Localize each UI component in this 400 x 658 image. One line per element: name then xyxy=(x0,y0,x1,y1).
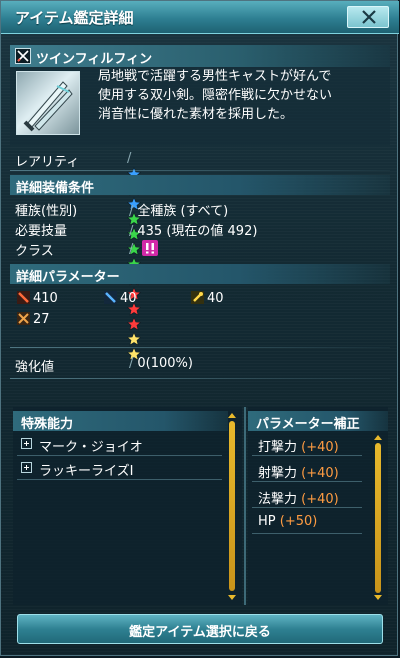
stat-technique: 40 xyxy=(191,291,224,306)
grind-row: 強化値 /0(100%) xyxy=(15,356,193,375)
rarity-label: レアリティ xyxy=(15,155,80,170)
scroll-up-arrow[interactable] xyxy=(228,413,236,418)
expand-icon xyxy=(21,438,32,449)
stat-value: 410 xyxy=(33,291,58,306)
grind-label: 強化値 xyxy=(15,360,55,375)
item-description: 局地戦で活躍する男性キャストが好んで 使用する双小剣。隠密作戦に欠かせない 消音… xyxy=(98,67,388,124)
stat-value: 27 xyxy=(33,312,50,327)
race-label: 種族(性別) xyxy=(15,204,78,219)
bonus-value: (+40) xyxy=(301,466,339,481)
twin-daggers-icon xyxy=(15,48,31,64)
bonus-header: パラメーター補正 xyxy=(248,411,388,432)
striking-icon xyxy=(17,291,30,304)
bonus-value: (+50) xyxy=(279,514,318,529)
stat-ranged: 40 xyxy=(104,291,137,306)
requirements-header-label: 詳細装備条件 xyxy=(16,181,95,196)
parameters-header: 詳細パラメーター xyxy=(10,264,390,285)
bonus-label: 打撃力 xyxy=(258,440,298,455)
ability-item[interactable]: マーク・ジョイオ xyxy=(17,433,222,456)
stat-value: 40 xyxy=(120,291,137,306)
abilities-header: 特殊能力 xyxy=(13,411,228,432)
title-bar: アイテム鑑定詳細 xyxy=(1,1,399,34)
technique-icon xyxy=(191,291,204,304)
back-button-label: 鑑定アイテム選択に戻る xyxy=(129,625,271,640)
parameters-header-label: 詳細パラメーター xyxy=(16,270,120,285)
item-name-bar: ツインフィルフィン xyxy=(10,45,390,67)
bonus-value: (+40) xyxy=(301,492,339,507)
skill-value: 435 (現在の値 492) xyxy=(137,224,258,239)
rarity-star-icon xyxy=(127,316,141,331)
ability-item[interactable]: ラッキーライズI xyxy=(17,457,222,480)
twin-sabers-picture xyxy=(23,81,73,132)
stat-striking: 410 xyxy=(17,291,58,306)
item-info-panel: ツインフィルフィン 局地戦で活躍する男性キャストが好んで 使用する双小剣。隠密作… xyxy=(10,45,390,145)
warning-icon xyxy=(141,240,158,256)
race-value: 全種族 (すべて) xyxy=(137,204,229,219)
rarity-row: レアリティ / xyxy=(15,151,141,361)
skill-label: 必要技量 xyxy=(15,224,68,239)
bonus-scrollbar[interactable] xyxy=(375,443,381,593)
bonus-header-label: パラメーター補正 xyxy=(256,417,360,432)
skill-row: 必要技量 /435 (現在の値 492) xyxy=(15,224,258,239)
expand-icon xyxy=(21,462,32,473)
bonus-value: (+40) xyxy=(301,440,339,455)
bonus-label: 法撃力 xyxy=(258,492,298,507)
bonus-row: 打撃力 (+40) xyxy=(252,433,362,456)
grind-value: 0(100%) xyxy=(137,356,193,371)
ability-name: マーク・ジョイオ xyxy=(39,440,143,455)
divider xyxy=(10,170,390,171)
class-row: クラス / xyxy=(15,240,158,259)
stat-dex: 27 xyxy=(17,312,50,327)
ranged-icon xyxy=(104,291,117,304)
item-image xyxy=(16,71,80,135)
bonus-label: HP xyxy=(258,514,276,529)
description-line: 消音性に優れた素材を採用した。 xyxy=(98,107,294,122)
abilities-scrollbar[interactable] xyxy=(229,421,235,591)
bonus-row: 法撃力 (+40) xyxy=(252,485,362,508)
abilities-header-label: 特殊能力 xyxy=(21,417,74,432)
divider xyxy=(10,378,390,379)
ability-name: ラッキーライズI xyxy=(39,464,134,479)
item-appraisal-window: アイテム鑑定詳細 ツインフィルフィン 局地戦で活躍する男性キャストが好んで 使用… xyxy=(0,0,399,656)
divider xyxy=(10,347,390,348)
close-button[interactable] xyxy=(347,6,389,28)
window-title: アイテム鑑定詳細 xyxy=(15,9,134,27)
bonus-row: HP (+50) xyxy=(252,511,362,534)
parameter-bonus-panel: パラメーター補正 打撃力 (+40) 射撃力 (+40) 法撃力 (+40) H… xyxy=(248,407,388,605)
race-row: 種族(性別) / 全種族 (すべて) xyxy=(15,204,229,219)
class-label: クラス xyxy=(15,244,54,259)
lower-section: 特殊能力 マーク・ジョイオ ラッキーライズI パラメーター補正 打撃力 (+40… xyxy=(10,407,390,607)
item-name: ツインフィルフィン xyxy=(36,52,153,67)
description-line: 局地戦で活躍する男性キャストが好んで xyxy=(98,69,332,84)
rarity-star-icon xyxy=(127,331,141,346)
close-icon xyxy=(362,10,376,24)
bonus-label: 射撃力 xyxy=(258,466,298,481)
bonus-row: 射撃力 (+40) xyxy=(252,459,362,482)
scroll-down-arrow[interactable] xyxy=(228,595,236,600)
panel-divider xyxy=(244,407,246,605)
back-to-selection-button[interactable]: 鑑定アイテム選択に戻る xyxy=(17,614,383,644)
description-line: 使用する双小剣。隠密作戦に欠かせない xyxy=(98,88,333,103)
dex-icon xyxy=(17,312,30,325)
requirements-header: 詳細装備条件 xyxy=(10,175,390,196)
scroll-down-arrow[interactable] xyxy=(374,595,382,600)
stat-value: 40 xyxy=(207,291,224,306)
scroll-up-arrow[interactable] xyxy=(374,435,382,440)
special-abilities-panel: 特殊能力 マーク・ジョイオ ラッキーライズI xyxy=(13,407,242,605)
